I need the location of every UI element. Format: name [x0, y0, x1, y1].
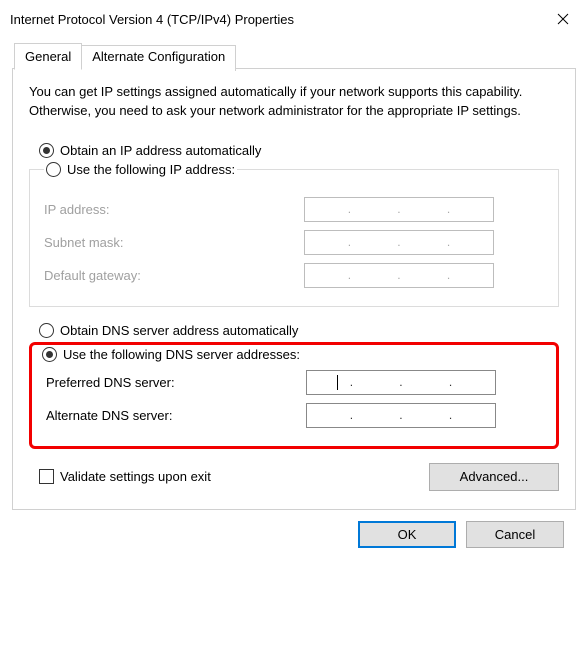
radio-dns-manual-label: Use the following DNS server addresses: [63, 347, 300, 362]
title-bar: Internet Protocol Version 4 (TCP/IPv4) P… [0, 0, 588, 38]
checkbox-validate[interactable] [39, 469, 54, 484]
group-dns-manual: Use the following DNS server addresses: … [38, 347, 550, 436]
advanced-button[interactable]: Advanced... [429, 463, 559, 491]
input-alternate-dns[interactable]: ... [306, 403, 496, 428]
input-ip-address: ... [304, 197, 494, 222]
close-button[interactable] [538, 0, 588, 38]
input-gateway: ... [304, 263, 494, 288]
tab-alternate-label: Alternate Configuration [92, 49, 225, 64]
radio-dns-manual[interactable] [42, 347, 57, 362]
input-subnet: ... [304, 230, 494, 255]
close-icon [557, 13, 569, 25]
label-ip-address: IP address: [44, 202, 304, 217]
radio-ip-auto[interactable] [39, 143, 54, 158]
cancel-button[interactable]: Cancel [466, 521, 564, 548]
radio-ip-manual-label: Use the following IP address: [67, 162, 235, 177]
radio-ip-manual-line[interactable]: Use the following IP address: [46, 162, 235, 177]
text-caret [337, 375, 338, 390]
radio-dns-manual-line[interactable]: Use the following DNS server addresses: [38, 347, 550, 362]
radio-ip-auto-label: Obtain an IP address automatically [60, 143, 261, 158]
tab-strip: General Alternate Configuration [14, 43, 576, 69]
radio-dns-auto[interactable] [39, 323, 54, 338]
label-validate: Validate settings upon exit [60, 469, 211, 484]
radio-ip-auto-line[interactable]: Obtain an IP address automatically [29, 143, 559, 158]
radio-dns-auto-label: Obtain DNS server address automatically [60, 323, 298, 338]
input-preferred-dns[interactable]: ... [306, 370, 496, 395]
highlight-box: Use the following DNS server addresses: … [29, 342, 559, 449]
radio-dns-auto-line[interactable]: Obtain DNS server address automatically [29, 323, 559, 338]
tab-alternate[interactable]: Alternate Configuration [82, 45, 236, 71]
ok-button[interactable]: OK [358, 521, 456, 548]
tab-general[interactable]: General [14, 43, 82, 70]
label-gateway: Default gateway: [44, 268, 304, 283]
window-title: Internet Protocol Version 4 (TCP/IPv4) P… [10, 12, 538, 27]
tab-general-label: General [25, 49, 71, 64]
label-alternate-dns: Alternate DNS server: [46, 408, 306, 423]
label-subnet: Subnet mask: [44, 235, 304, 250]
radio-ip-manual[interactable] [46, 162, 61, 177]
panel-general: You can get IP settings assigned automat… [12, 68, 576, 510]
group-ip-manual: Use the following IP address: IP address… [29, 162, 559, 307]
label-preferred-dns: Preferred DNS server: [46, 375, 306, 390]
intro-text: You can get IP settings assigned automat… [29, 83, 559, 121]
